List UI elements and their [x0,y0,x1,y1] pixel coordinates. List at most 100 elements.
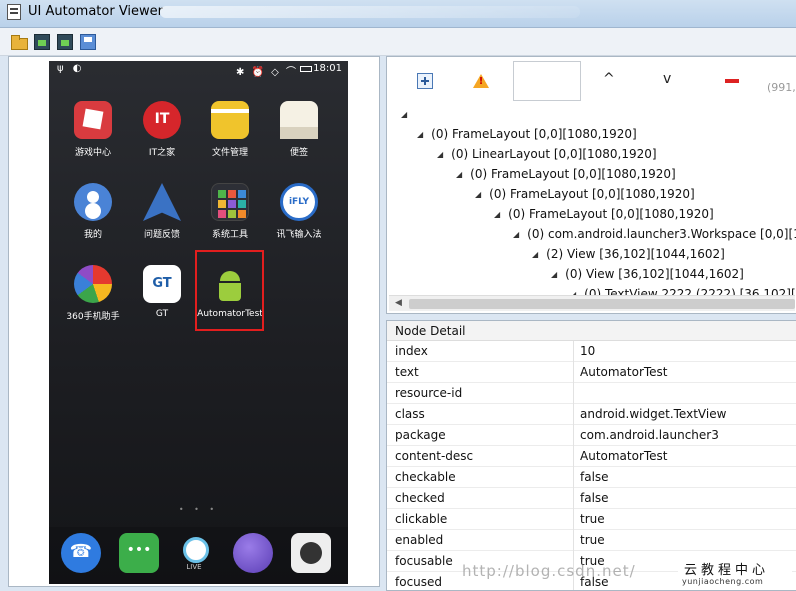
detail-row[interactable]: enabled true [387,530,796,551]
status-time: 18:01 [313,63,342,74]
tree-root-arrow[interactable] [401,107,407,121]
phone-icon[interactable] [61,533,101,573]
watermark-brand: 云教程中心 yunjiaocheng.com [678,556,792,590]
detail-row[interactable]: content-desc AutomatorTest [387,446,796,467]
app-label: 讯飞输入法 [276,230,322,240]
hierarchy-pane: ^ v (991,8 (0) FrameLayout [0,0][1080,19… [386,56,796,314]
detail-value: false [580,491,609,505]
360-assistant-icon [74,265,112,303]
watermark-url: http://blog.csdn.net/ [462,562,636,580]
save-icon[interactable] [80,34,96,50]
tree-node[interactable]: (0) FrameLayout [0,0][1080,1920] [417,127,637,141]
browser-icon[interactable] [233,533,273,573]
coordinates-readout: (991,8 [767,81,796,94]
detail-value: 10 [580,344,596,358]
remove-icon[interactable] [725,79,739,83]
down-arrow-icon[interactable]: v [663,71,679,87]
device-screenshot-icon[interactable] [34,34,50,50]
detail-key: index [395,344,428,358]
detail-row[interactable]: class android.widget.TextView [387,404,796,425]
detail-key: text [395,365,419,379]
ifly-input-icon [280,183,318,221]
tree-horizontal-scrollbar[interactable]: ◀ [389,295,795,311]
camera-icon[interactable] [291,533,331,573]
app-notes[interactable]: 便签 [263,101,335,158]
watermark-brand-en: yunjiaocheng.com [682,577,764,586]
detail-key: checkable [395,470,456,484]
app-label: 我的 [83,230,102,240]
app-label: 文件管理 [211,148,248,158]
app-360-assistant[interactable]: 360手机助手 [57,265,129,322]
battery-icon [300,66,312,72]
device-screenshot[interactable]: ψ ◐ ✱ ⏰ ◇ ⌒ 18:01 游戏中心 IT之家 文件管理 便签 我的 问… [49,61,348,584]
phone-dock [49,527,348,584]
detail-row[interactable]: package com.android.launcher3 [387,425,796,446]
warning-icon[interactable] [473,73,489,89]
tree-node[interactable]: (0) FrameLayout [0,0][1080,1920] [494,207,714,221]
open-folder-icon[interactable] [11,34,28,50]
app-game-center[interactable]: 游戏中心 [57,101,129,158]
feedback-icon [143,183,181,221]
detail-row[interactable]: index 10 [387,341,796,362]
detail-row[interactable]: resource-id [387,383,796,404]
detail-value: true [580,533,605,547]
main-toolbar [0,28,796,56]
app-label: IT之家 [148,148,176,158]
tree-node[interactable]: (0) TextView 2222 (2222) [36,102][290 [570,287,796,295]
tree-node[interactable]: (0) FrameLayout [0,0][1080,1920] [475,187,695,201]
app-label: GT [155,309,169,319]
title-bar: UI Automator Viewer [0,0,796,28]
tree-node[interactable]: (0) com.android.launcher3.Workspace [0,0… [513,227,796,241]
detail-value: AutomatorTest [580,449,668,463]
detail-row[interactable]: clickable true [387,509,796,530]
page-indicator: • • • [178,505,219,514]
tree-node[interactable]: (0) LinearLayout [0,0][1080,1920] [437,147,656,161]
scroll-left-arrow-icon[interactable]: ◀ [395,298,402,308]
detail-key: clickable [395,512,448,526]
app-file-manager[interactable]: 文件管理 [194,101,266,158]
live-icon[interactable] [175,533,215,573]
app-label: 游戏中心 [74,148,111,158]
node-detail-pane: Node Detail index 10 text AutomatorTest … [386,320,796,591]
detail-value: com.android.launcher3 [580,428,719,442]
app-feedback[interactable]: 问题反馈 [126,183,198,240]
watermark-brand-cn: 云教程中心 [684,563,770,578]
app-ifly-input[interactable]: 讯飞输入法 [263,183,335,240]
gt-icon [143,265,181,303]
detail-key: enabled [395,533,444,547]
app-ithome[interactable]: IT之家 [126,101,198,158]
app-system-tools[interactable]: 系统工具 [194,183,266,240]
device-screenshot-compressed-icon[interactable] [57,34,73,50]
app-label: 360手机助手 [66,312,120,322]
detail-row[interactable]: text AutomatorTest [387,362,796,383]
detail-value: false [580,470,609,484]
tree-node[interactable]: (0) View [36,102][1044,1602] [551,267,744,281]
detail-key: content-desc [395,449,474,463]
detail-value: android.widget.TextView [580,407,727,421]
messages-icon[interactable] [119,533,159,573]
app-my-account[interactable]: 我的 [57,183,129,240]
hierarchy-toolbar: ^ v (991,8 [387,57,796,105]
app-gt[interactable]: GT [126,265,198,319]
node-detail-title: Node Detail [387,321,796,341]
tree-node[interactable]: (2) View [36,102][1044,1602] [532,247,725,261]
hierarchy-tree[interactable]: (0) FrameLayout [0,0][1080,1920] (0) Lin… [387,105,796,295]
ithome-icon [143,101,181,139]
detail-value: AutomatorTest [580,365,668,379]
search-input[interactable] [513,61,581,101]
up-arrow-icon[interactable]: ^ [603,71,619,87]
tree-node[interactable]: (0) FrameLayout [0,0][1080,1920] [456,167,676,181]
notes-icon [280,101,318,139]
app-label: 便签 [289,148,308,158]
detail-row[interactable]: checkable false [387,467,796,488]
app-label: 问题反馈 [143,230,180,240]
game-center-icon [74,101,112,139]
system-tools-icon [211,183,249,221]
title-bar-blur [160,6,580,18]
selected-node-highlight [195,250,264,331]
expand-all-icon[interactable] [417,73,433,89]
my-account-icon [74,183,112,221]
scrollbar-thumb[interactable] [409,299,795,309]
detail-row[interactable]: checked false [387,488,796,509]
detail-key: checked [395,491,445,505]
